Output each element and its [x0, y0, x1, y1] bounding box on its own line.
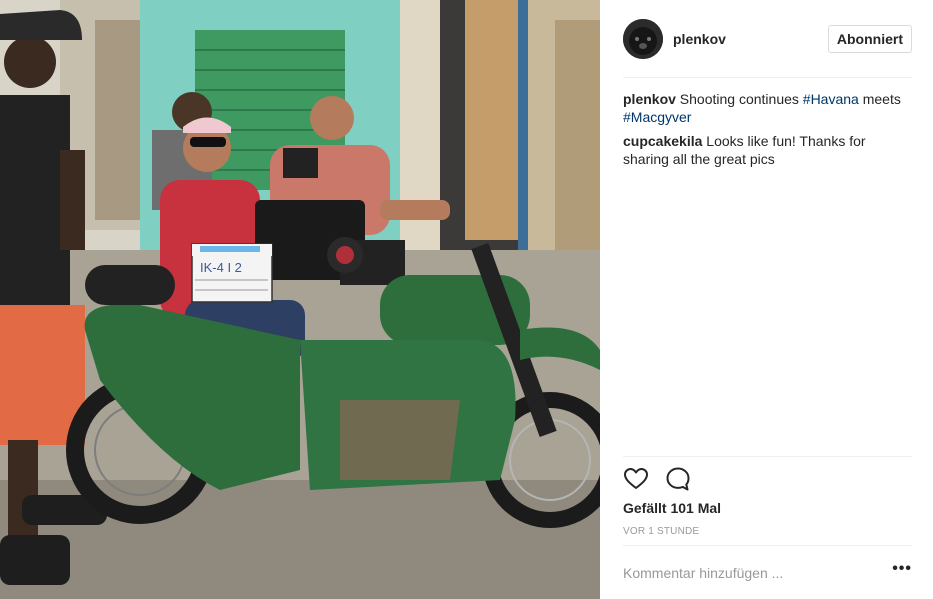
actions-divider [623, 456, 912, 457]
header-divider [623, 77, 912, 78]
post-username[interactable]: plenkov [673, 31, 726, 47]
hashtag-macgyver[interactable]: #Macgyver [623, 109, 691, 125]
clapperboard-text: IK-4 I 2 [200, 260, 242, 275]
speech-bubble-icon[interactable] [665, 466, 691, 492]
comments-list: plenkov Shooting continues #Havana meets… [623, 90, 912, 174]
comment-input[interactable] [623, 561, 873, 585]
likes-count[interactable]: Gefällt 101 Mal [623, 500, 721, 516]
comment-divider [623, 545, 912, 546]
caption-text-start: Shooting continues [679, 91, 803, 107]
post-timestamp[interactable]: VOR 1 STUNDE [623, 526, 699, 537]
comment-item: cupcakekila Looks like fun! Thanks for s… [623, 132, 912, 168]
caption-text-middle: meets [858, 91, 901, 107]
post-details-panel: plenkov Abonniert plenkov Shooting conti… [600, 0, 933, 599]
add-comment-row: ••• [623, 557, 912, 589]
comment-author[interactable]: cupcakekila [623, 133, 702, 149]
ellipsis-icon[interactable]: ••• [892, 561, 912, 577]
dog-avatar-icon [623, 19, 663, 59]
action-bar [623, 466, 691, 492]
follow-button[interactable]: Abonniert [827, 25, 912, 53]
hashtag-havana[interactable]: #Havana [803, 91, 859, 107]
caption-author[interactable]: plenkov [623, 91, 676, 107]
post-photo[interactable]: IK-4 I 2 [0, 0, 600, 599]
heart-icon[interactable] [623, 466, 649, 492]
photo-scene: IK-4 I 2 [0, 0, 600, 599]
avatar[interactable] [623, 19, 663, 59]
post-header: plenkov Abonniert [623, 16, 912, 62]
caption: plenkov Shooting continues #Havana meets… [623, 90, 912, 126]
